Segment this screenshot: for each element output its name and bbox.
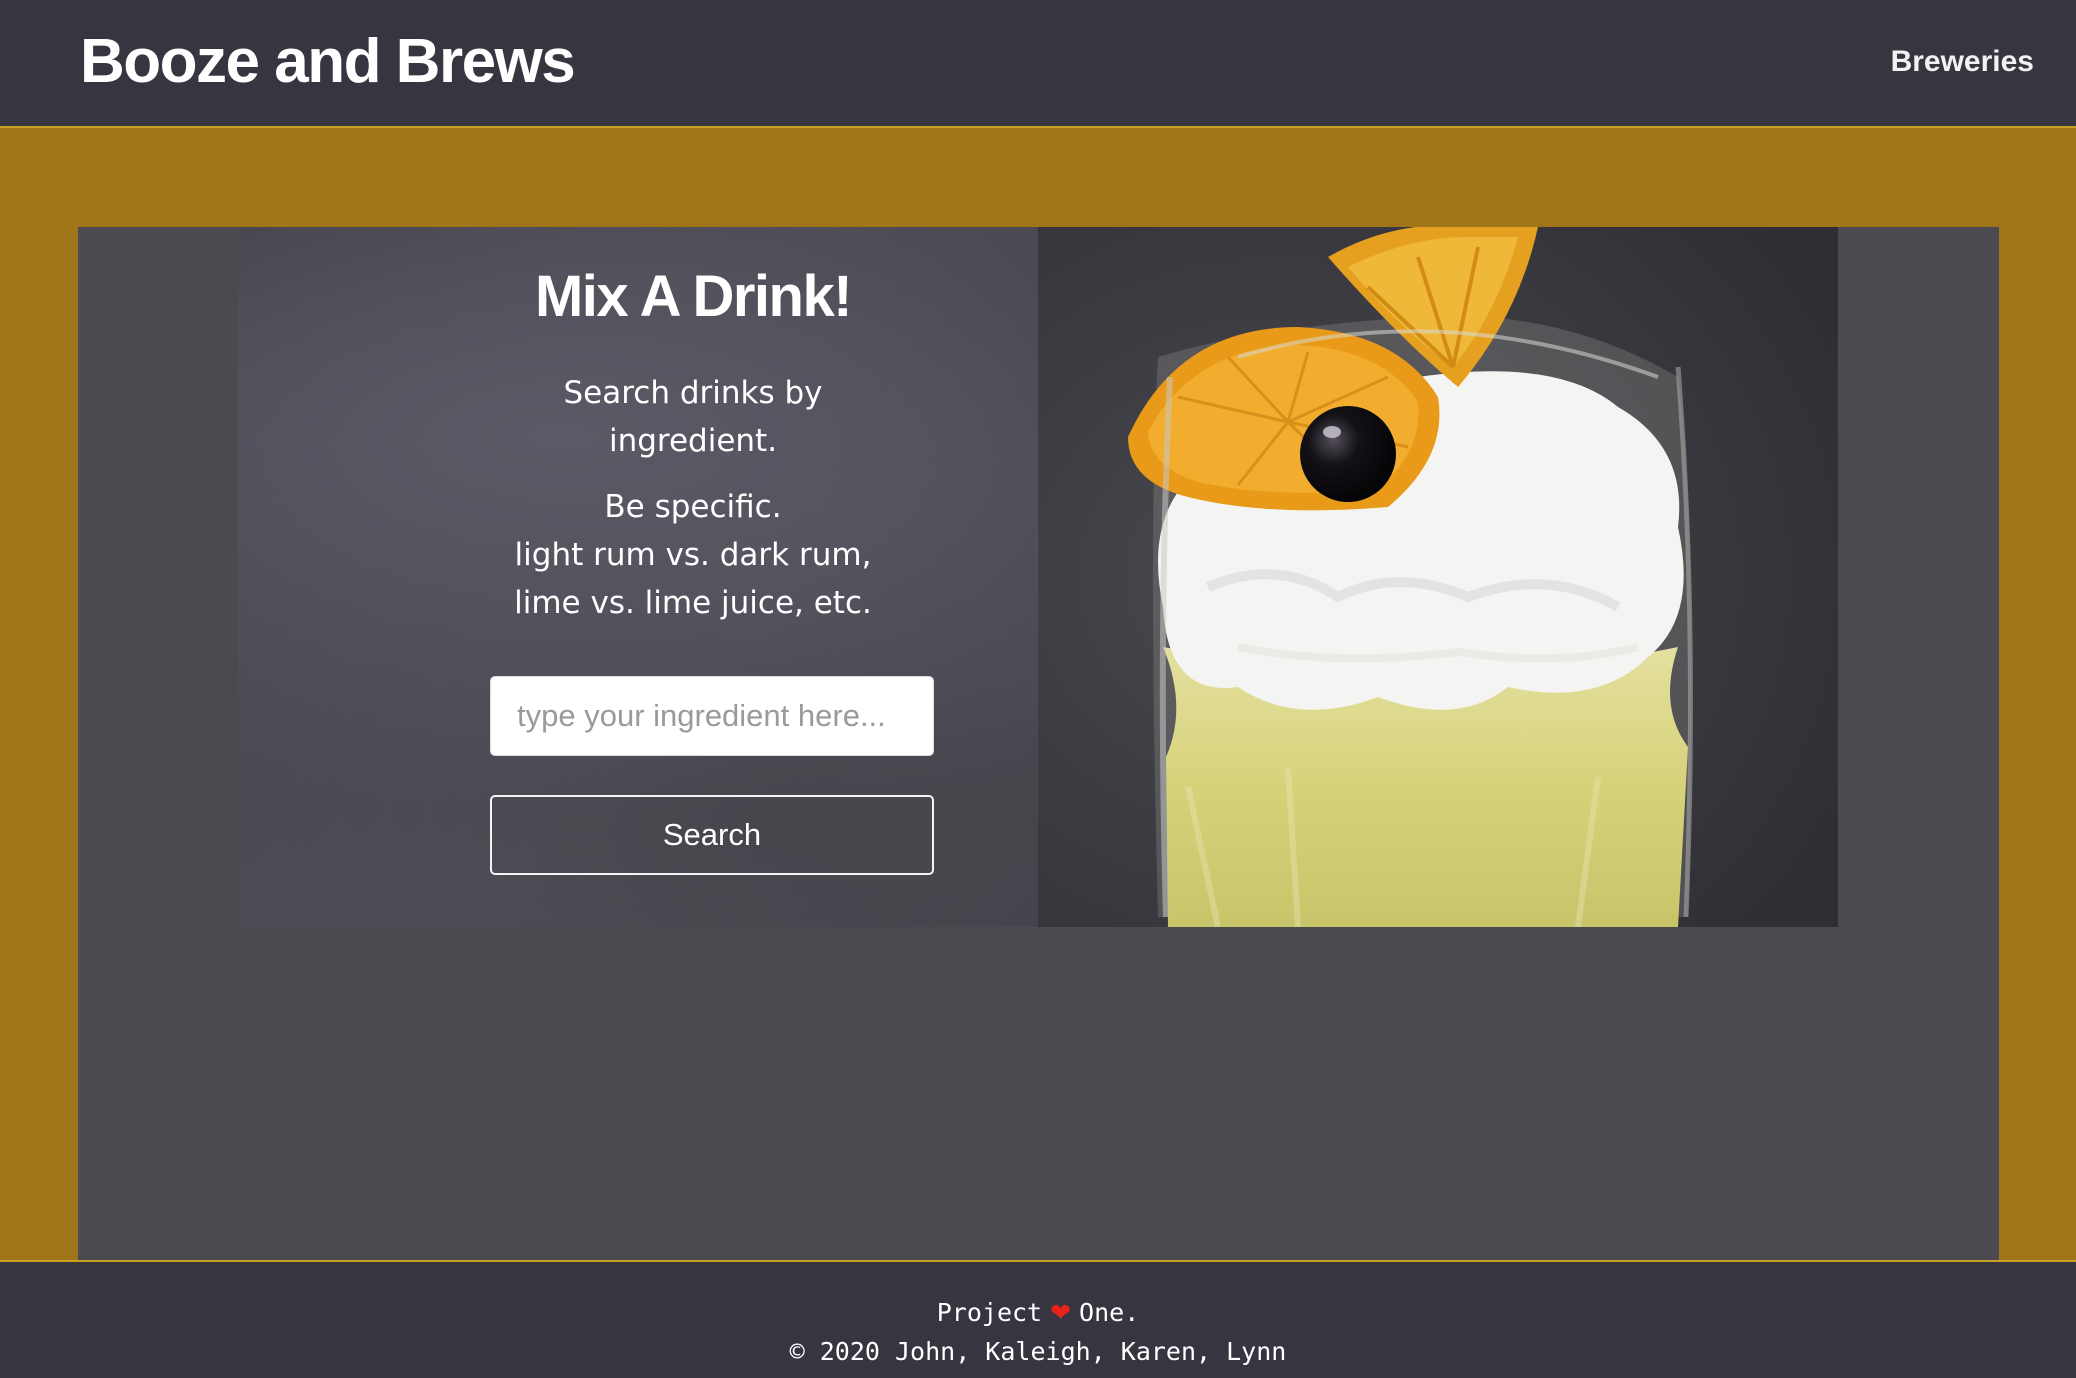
- tip-line: Be specific.: [604, 489, 782, 525]
- footer-tagline-start: Project: [936, 1298, 1043, 1327]
- footer-credits: © 2020 John, Kaleigh, Karen, Lynn: [789, 1337, 1287, 1366]
- ingredient-search-input[interactable]: [490, 676, 934, 756]
- search-button[interactable]: Search: [490, 795, 934, 875]
- navbar: Booze and Brews Breweries: [0, 0, 2076, 128]
- main-panel: Mix A Drink! Search drinks by ingredient…: [78, 227, 1999, 1260]
- tip-line: light rum vs. dark rum,: [514, 537, 872, 573]
- footer-tagline-end: One.: [1079, 1298, 1140, 1327]
- tip-line: lime vs. lime juice, etc.: [514, 585, 872, 621]
- cocktail-image: [1038, 227, 1838, 927]
- hero-title: Mix A Drink!: [534, 264, 853, 329]
- hero-section: Mix A Drink! Search drinks by ingredient…: [238, 227, 1838, 927]
- tip-paragraph: Be specific. light rum vs. dark rum, lim…: [488, 483, 898, 627]
- intro-line: Search drinks by: [563, 375, 823, 411]
- page-background-band: [0, 128, 2076, 227]
- footer: Project ❤ One. © 2020 John, Kaleigh, Karen…: [0, 1260, 2076, 1378]
- footer-tagline: Project ❤ One.: [0, 1295, 2076, 1331]
- intro-paragraph: Search drinks by ingredient.: [488, 369, 898, 465]
- heart-icon: ❤: [1050, 1298, 1072, 1327]
- hero-text-block: Mix A Drink! Search drinks by ingredient…: [488, 257, 898, 627]
- brand-logo-link[interactable]: Booze and Brews: [80, 22, 576, 102]
- nav-link-breweries[interactable]: Breweries: [1891, 42, 2034, 82]
- intro-line: ingredient.: [608, 423, 778, 459]
